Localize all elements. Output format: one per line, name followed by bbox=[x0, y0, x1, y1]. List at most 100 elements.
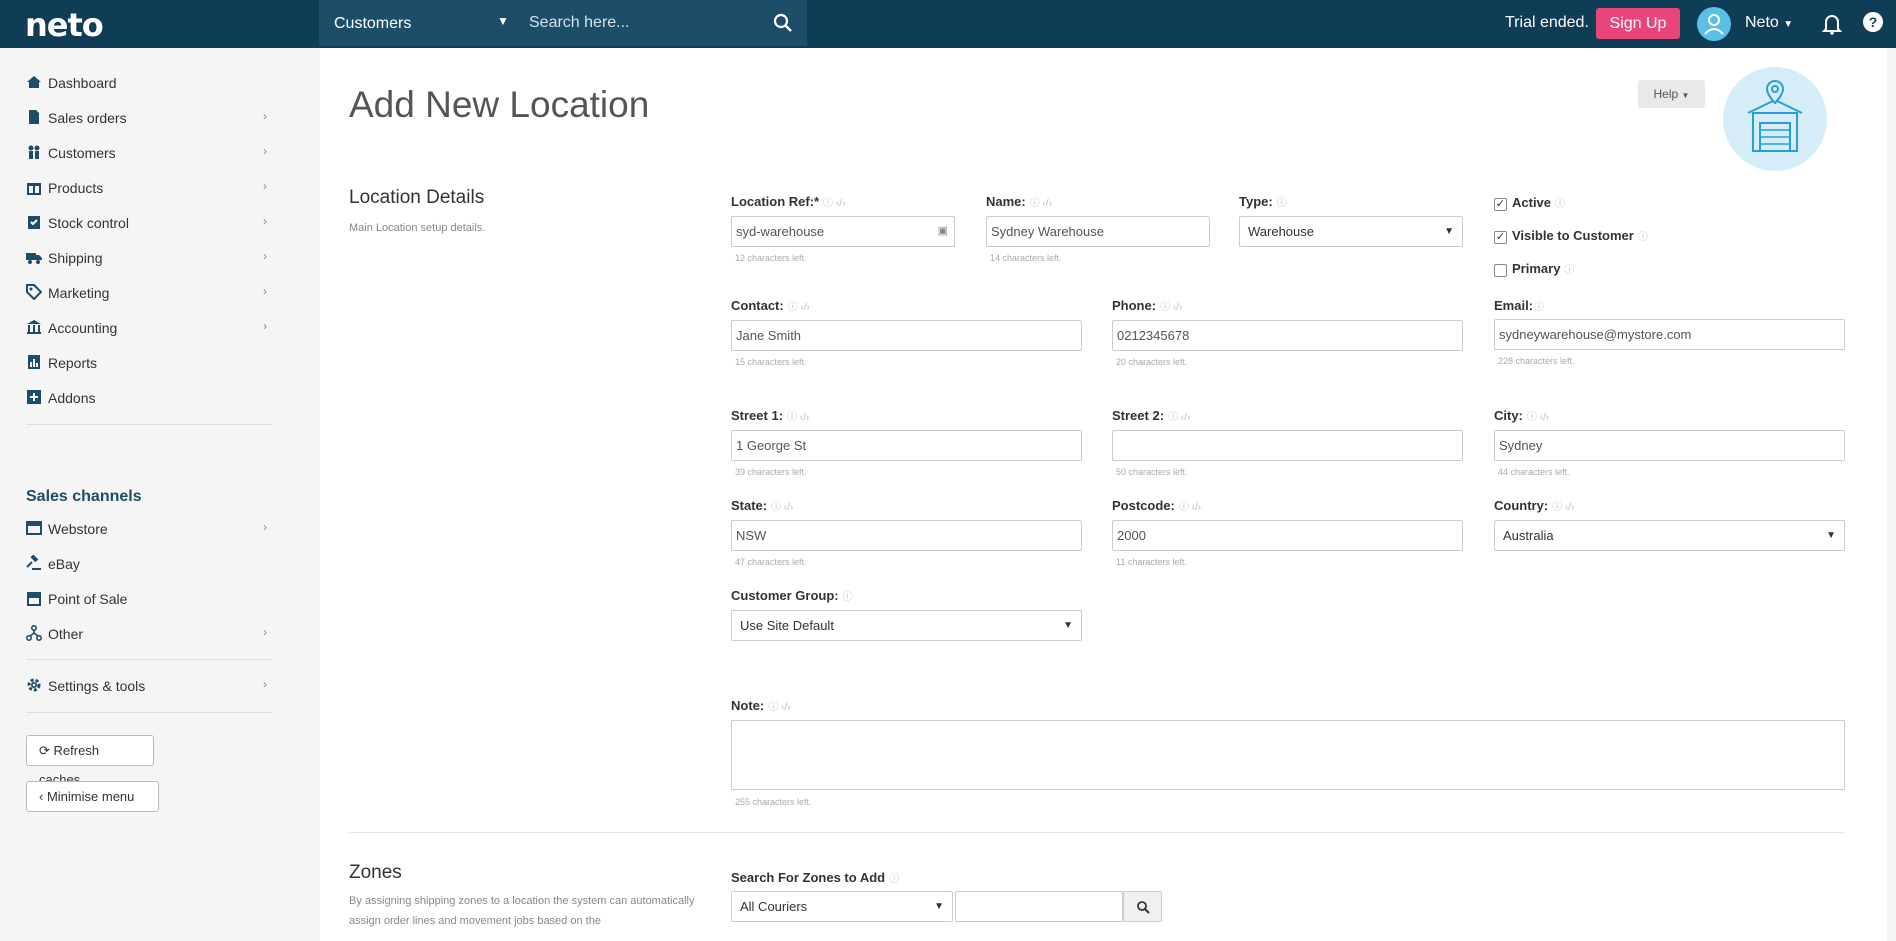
help-question-icon[interactable]: ? bbox=[1863, 12, 1883, 32]
people-icon bbox=[28, 145, 40, 159]
visible-to-customer-checkbox[interactable]: ✓ bbox=[1494, 231, 1507, 244]
street2-input[interactable] bbox=[1112, 430, 1463, 461]
sidebar-item-addons[interactable]: Addons bbox=[26, 386, 273, 412]
type-select[interactable]: Warehouse ▼ bbox=[1239, 216, 1463, 247]
user-avatar[interactable] bbox=[1697, 7, 1731, 41]
info-icon: ⓘ bbox=[1564, 265, 1575, 276]
primary-checkbox[interactable] bbox=[1494, 264, 1507, 277]
zones-description: By assigning shipping zones to a locatio… bbox=[349, 895, 695, 927]
postcode-input[interactable]: 2000 bbox=[1112, 520, 1463, 551]
customer-group-label: Customer Group: ⓘ bbox=[731, 588, 853, 603]
sidebar-item-label: Customers bbox=[48, 145, 116, 161]
contact-card-icon: ▣ bbox=[937, 225, 948, 237]
state-label: State: ⓘ ‹/› bbox=[731, 498, 793, 513]
sidebar-item-dashboard[interactable]: Dashboard bbox=[26, 71, 273, 97]
sidebar-item-products[interactable]: Products › bbox=[26, 176, 273, 202]
sidebar-item-other[interactable]: Other › bbox=[26, 622, 273, 648]
sidebar-item-label: Point of Sale bbox=[48, 591, 128, 607]
report-icon bbox=[28, 355, 40, 369]
courier-select[interactable]: All Couriers ▼ bbox=[731, 891, 953, 922]
search-icon[interactable] bbox=[773, 13, 793, 36]
caret-down-icon: ▼ bbox=[934, 901, 944, 912]
customer-group-select[interactable]: Use Site Default ▼ bbox=[731, 610, 1082, 641]
sidebar-item-settings-tools[interactable]: Settings & tools › bbox=[26, 674, 273, 700]
info-icon: ⓘ bbox=[1276, 198, 1287, 209]
note-hint: 255 characters left. bbox=[735, 797, 812, 807]
info-icon: ⓘ bbox=[842, 592, 853, 603]
note-label-text: Note: bbox=[731, 698, 765, 713]
contact-label-text: Contact: bbox=[731, 298, 784, 313]
info-icon: ⓘ bbox=[889, 874, 900, 885]
info-code-icon: ⓘ ‹/› bbox=[771, 502, 794, 513]
visible-to-customer-label: Visible to Customer ⓘ bbox=[1512, 228, 1648, 243]
phone-input[interactable]: 0212345678 bbox=[1112, 320, 1463, 351]
email-label-text: Email: bbox=[1494, 298, 1534, 313]
info-code-icon: ⓘ ‹/› bbox=[1160, 302, 1183, 313]
city-input[interactable]: Sydney bbox=[1494, 430, 1845, 461]
sign-up-button[interactable]: Sign Up bbox=[1596, 8, 1680, 39]
sidebar-item-shipping[interactable]: Shipping › bbox=[26, 246, 273, 272]
customer-group-label-text: Customer Group: bbox=[731, 588, 839, 603]
sidebar-item-label: Settings & tools bbox=[48, 678, 146, 694]
street1-hint: 39 characters left. bbox=[735, 467, 807, 477]
gear-icon bbox=[27, 678, 41, 692]
name-label: Name: ⓘ ‹/› bbox=[986, 194, 1052, 209]
caret-down-icon[interactable]: ▼ bbox=[497, 14, 509, 28]
search-scope-select[interactable]: Customers bbox=[334, 15, 411, 33]
zone-search-label-text: Search For Zones to Add bbox=[731, 870, 886, 885]
chevron-right-icon: › bbox=[263, 249, 267, 263]
info-icon: ⓘ bbox=[1555, 199, 1566, 210]
contact-input[interactable]: Jane Smith bbox=[731, 320, 1082, 351]
sidebar-item-marketing[interactable]: Marketing › bbox=[26, 281, 273, 307]
city-hint: 44 characters left. bbox=[1498, 467, 1570, 477]
chevron-right-icon: › bbox=[263, 179, 267, 193]
minimise-menu-button[interactable]: ‹ Minimise menu bbox=[26, 781, 159, 812]
sidebar-item-point-of-sale[interactable]: Point of Sale bbox=[26, 587, 273, 613]
location-ref-value: syd-warehouse bbox=[736, 224, 825, 239]
active-checkbox[interactable]: ✓ bbox=[1494, 198, 1507, 211]
info-icon: ⓘ bbox=[1637, 232, 1648, 243]
refresh-caches-button[interactable]: ⟳ Refresh caches bbox=[26, 735, 154, 787]
bell-icon[interactable] bbox=[1821, 13, 1843, 38]
primary-label: Primary ⓘ bbox=[1512, 261, 1574, 276]
user-menu[interactable]: Neto ▼ bbox=[1745, 14, 1793, 32]
help-dropdown-button[interactable]: Help ▼ bbox=[1638, 80, 1705, 108]
state-input[interactable]: NSW bbox=[731, 520, 1082, 551]
sidebar-item-label: Marketing bbox=[48, 285, 110, 301]
email-label: Email:ⓘ bbox=[1494, 298, 1544, 313]
tag-icon bbox=[26, 284, 42, 300]
sidebar-item-label: Dashboard bbox=[48, 75, 117, 91]
country-select[interactable]: Australia ▼ bbox=[1494, 520, 1845, 551]
caret-down-icon: ▼ bbox=[1444, 226, 1454, 237]
street1-input[interactable]: 1 George St bbox=[731, 430, 1082, 461]
plus-square-icon bbox=[27, 390, 41, 404]
sidebar-item-customers[interactable]: Customers › bbox=[26, 141, 273, 167]
country-label: Country: ⓘ ‹/› bbox=[1494, 498, 1574, 513]
search-icon bbox=[1137, 901, 1150, 914]
city-label-text: City: bbox=[1494, 408, 1523, 423]
sidebar-item-label: eBay bbox=[48, 556, 80, 572]
global-search-input[interactable]: Search here... bbox=[529, 14, 630, 32]
sidebar-item-stock-control[interactable]: Stock control › bbox=[26, 211, 273, 237]
sidebar-item-accounting[interactable]: Accounting › bbox=[26, 316, 273, 342]
info-code-icon: ⓘ ‹/› bbox=[1178, 502, 1202, 513]
phone-label: Phone: ⓘ ‹/› bbox=[1112, 298, 1182, 313]
zone-search-button[interactable] bbox=[1123, 891, 1162, 922]
caret-down-icon: ▼ bbox=[1681, 91, 1690, 100]
name-hint: 14 characters left. bbox=[990, 253, 1062, 263]
zone-search-input[interactable] bbox=[955, 891, 1123, 922]
sidebar-item-sales-orders[interactable]: Sales orders › bbox=[26, 106, 273, 132]
sidebar-item-reports[interactable]: Reports bbox=[26, 351, 273, 377]
sidebar-item-webstore[interactable]: Webstore › bbox=[26, 517, 273, 543]
neto-logo[interactable]: neto bbox=[25, 6, 104, 44]
primary-label-text: Primary bbox=[1512, 261, 1561, 276]
info-code-icon: ⓘ ‹/› bbox=[787, 412, 810, 423]
sidebar-item-ebay[interactable]: eBay bbox=[26, 552, 273, 578]
name-input[interactable]: Sydney Warehouse bbox=[986, 216, 1210, 247]
type-label: Type: ⓘ bbox=[1239, 194, 1287, 209]
sidebar-item-label: Stock control bbox=[48, 215, 129, 231]
location-ref-input[interactable]: syd-warehouse ▣ bbox=[731, 216, 955, 247]
email-input[interactable]: sydneywarehouse@mystore.com bbox=[1494, 319, 1845, 350]
note-textarea[interactable] bbox=[731, 720, 1845, 790]
chevron-right-icon: › bbox=[263, 520, 267, 534]
